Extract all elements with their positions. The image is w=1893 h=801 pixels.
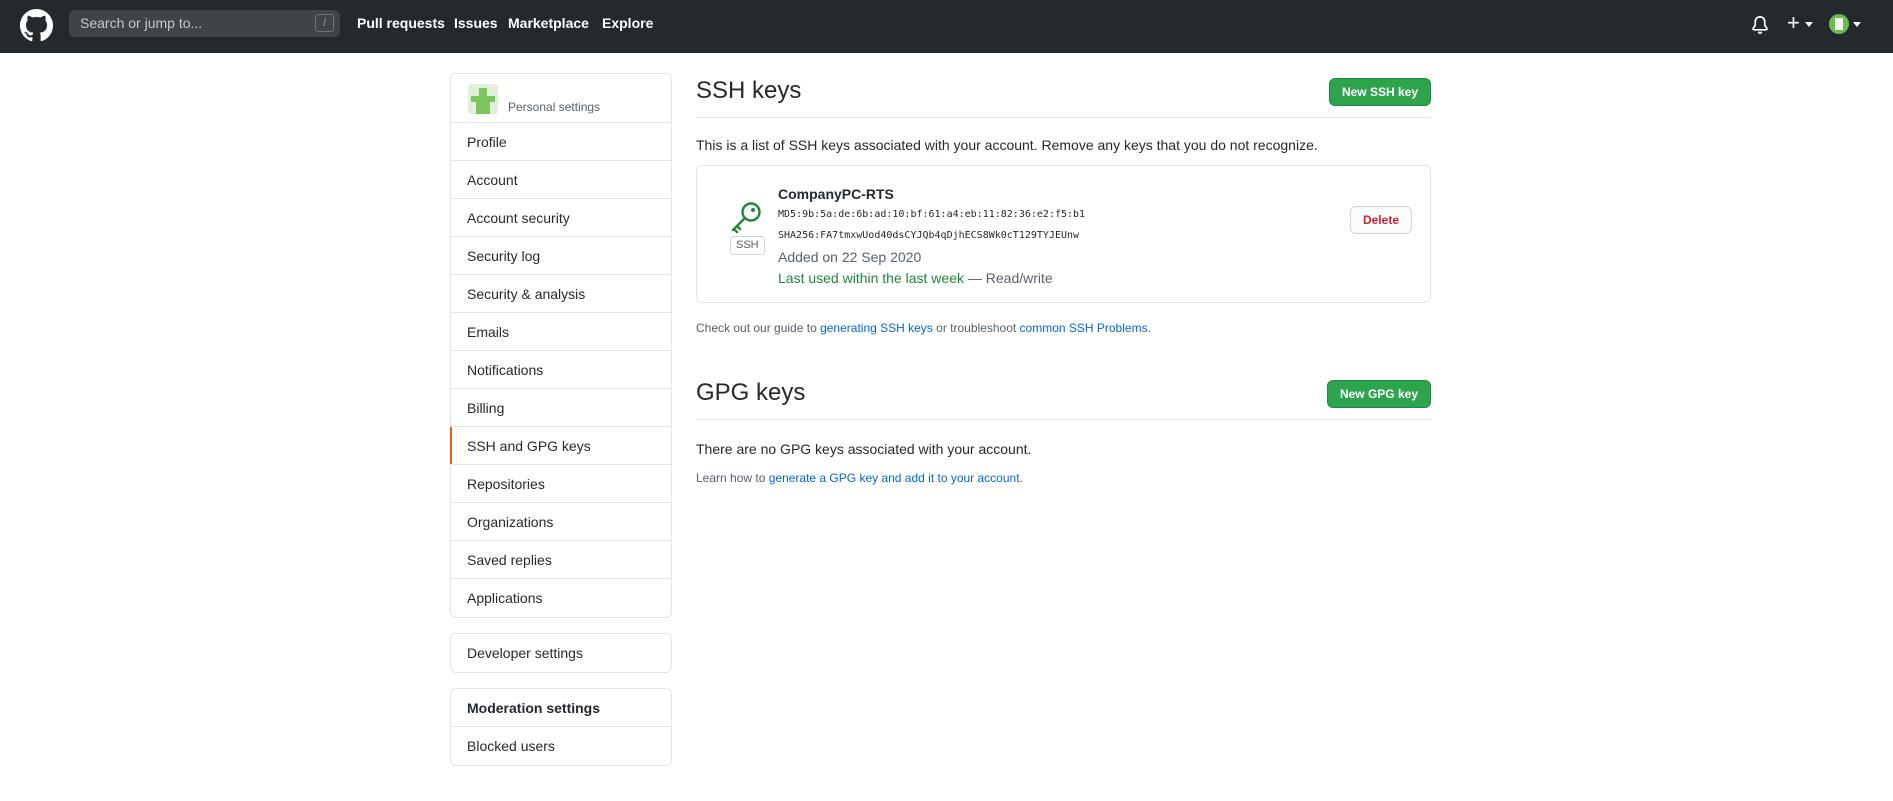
search-shortcut-badge: / bbox=[315, 14, 334, 32]
sidebar-item-saved-replies[interactable]: Saved replies bbox=[451, 541, 671, 579]
ssh-guide-note: Check out our guide to generating SSH ke… bbox=[696, 321, 1151, 335]
ssh-description: This is a list of SSH keys associated wi… bbox=[696, 137, 1318, 153]
gpg-learn-suffix: . bbox=[1019, 471, 1023, 485]
avatar bbox=[468, 84, 498, 114]
nav-issues[interactable]: Issues bbox=[454, 15, 498, 31]
ssh-key-added-date: Added on 22 Sep 2020 bbox=[778, 249, 922, 265]
plus-icon[interactable]: + bbox=[1787, 12, 1800, 34]
ssh-key-name: CompanyPC-RTS bbox=[778, 186, 894, 202]
ssh-guide-mid: or troubleshoot bbox=[932, 321, 1020, 335]
sidebar-item-account[interactable]: Account bbox=[451, 161, 671, 199]
ssh-key-item: SSH CompanyPC-RTS MD5:9b:5a:de:6b:ad:10:… bbox=[696, 165, 1431, 303]
main-content: SSH keys New SSH key This is a list of S… bbox=[696, 73, 1431, 485]
common-ssh-problems-link[interactable]: common SSH Problems bbox=[1020, 321, 1148, 335]
last-used-label: Last used within the last week bbox=[778, 270, 964, 286]
ssh-keys-title: SSH keys bbox=[696, 77, 802, 104]
ssh-badge: SSH bbox=[730, 236, 765, 255]
gpg-empty-message: There are no GPG keys associated with yo… bbox=[696, 441, 1032, 457]
sidebar-item-profile[interactable]: Profile bbox=[451, 123, 671, 161]
sidebar-item-billing[interactable]: Billing bbox=[451, 389, 671, 427]
search-input[interactable]: Search or jump to... / bbox=[69, 10, 340, 37]
settings-sidebar: Personal settings Profile Account Accoun… bbox=[450, 73, 672, 618]
gpg-section-header: GPG keys New GPG key bbox=[696, 375, 1431, 420]
nav-explore[interactable]: Explore bbox=[602, 15, 653, 31]
sidebar-header: Personal settings bbox=[451, 74, 671, 123]
chevron-down-icon bbox=[1805, 22, 1813, 27]
ssh-section-header: SSH keys New SSH key bbox=[696, 73, 1431, 118]
sidebar-item-account-security[interactable]: Account security bbox=[451, 199, 671, 237]
ssh-key-sha256-fingerprint: SHA256:FA7tmxwUod40dsCYJQb4qDjhECS8Wk0cT… bbox=[778, 230, 1080, 241]
gpg-keys-title: GPG keys bbox=[696, 379, 806, 406]
sidebar-item-notifications[interactable]: Notifications bbox=[451, 351, 671, 389]
nav-marketplace[interactable]: Marketplace bbox=[508, 15, 589, 31]
developer-settings-box: Developer settings bbox=[450, 633, 672, 673]
github-logo-icon[interactable] bbox=[20, 9, 53, 42]
new-ssh-key-button[interactable]: New SSH key bbox=[1328, 78, 1431, 106]
bell-icon[interactable] bbox=[1751, 15, 1769, 35]
gpg-section: GPG keys New GPG key bbox=[696, 375, 1431, 420]
sidebar-item-repositories[interactable]: Repositories bbox=[451, 465, 671, 503]
sidebar-item-ssh-gpg-keys[interactable]: SSH and GPG keys bbox=[450, 427, 671, 465]
generate-gpg-key-link[interactable]: generate a GPG key and add it to your ac… bbox=[769, 471, 1020, 485]
gpg-learn-note: Learn how to generate a GPG key and add … bbox=[696, 471, 1023, 485]
sidebar-item-blocked-users[interactable]: Blocked users bbox=[451, 727, 671, 765]
ssh-guide-suffix: . bbox=[1147, 321, 1151, 335]
moderation-settings-title: Moderation settings bbox=[451, 689, 671, 727]
ssh-key-access: — Read/write bbox=[964, 270, 1053, 286]
ssh-key-last-used: Last used within the last week — Read/wr… bbox=[778, 270, 1053, 286]
chevron-down-icon bbox=[1853, 22, 1861, 27]
top-header: Search or jump to... / Pull requests Iss… bbox=[0, 0, 1893, 53]
sidebar-item-organizations[interactable]: Organizations bbox=[451, 503, 671, 541]
sidebar-item-security-log[interactable]: Security log bbox=[451, 237, 671, 275]
new-gpg-key-button[interactable]: New GPG key bbox=[1326, 380, 1431, 408]
sidebar-item-applications[interactable]: Applications bbox=[451, 579, 671, 617]
search-placeholder: Search or jump to... bbox=[80, 15, 203, 31]
key-icon bbox=[731, 202, 761, 234]
sidebar-heading: Personal settings bbox=[508, 100, 601, 114]
nav-pull-requests[interactable]: Pull requests bbox=[357, 15, 445, 31]
avatar[interactable] bbox=[1829, 14, 1849, 34]
sidebar-item-developer-settings[interactable]: Developer settings bbox=[451, 634, 671, 672]
ssh-key-md5-fingerprint: MD5:9b:5a:de:6b:ad:10:bf:61:a4:eb:11:82:… bbox=[778, 209, 1086, 220]
gpg-learn-prefix: Learn how to bbox=[696, 471, 769, 485]
moderation-settings-box: Moderation settings Blocked users bbox=[450, 688, 672, 766]
sidebar-item-emails[interactable]: Emails bbox=[451, 313, 671, 351]
ssh-guide-prefix: Check out our guide to bbox=[696, 321, 821, 335]
generating-ssh-keys-link[interactable]: generating SSH keys bbox=[820, 321, 933, 335]
delete-ssh-key-button[interactable]: Delete bbox=[1349, 206, 1412, 234]
sidebar-item-security-analysis[interactable]: Security & analysis bbox=[451, 275, 671, 313]
